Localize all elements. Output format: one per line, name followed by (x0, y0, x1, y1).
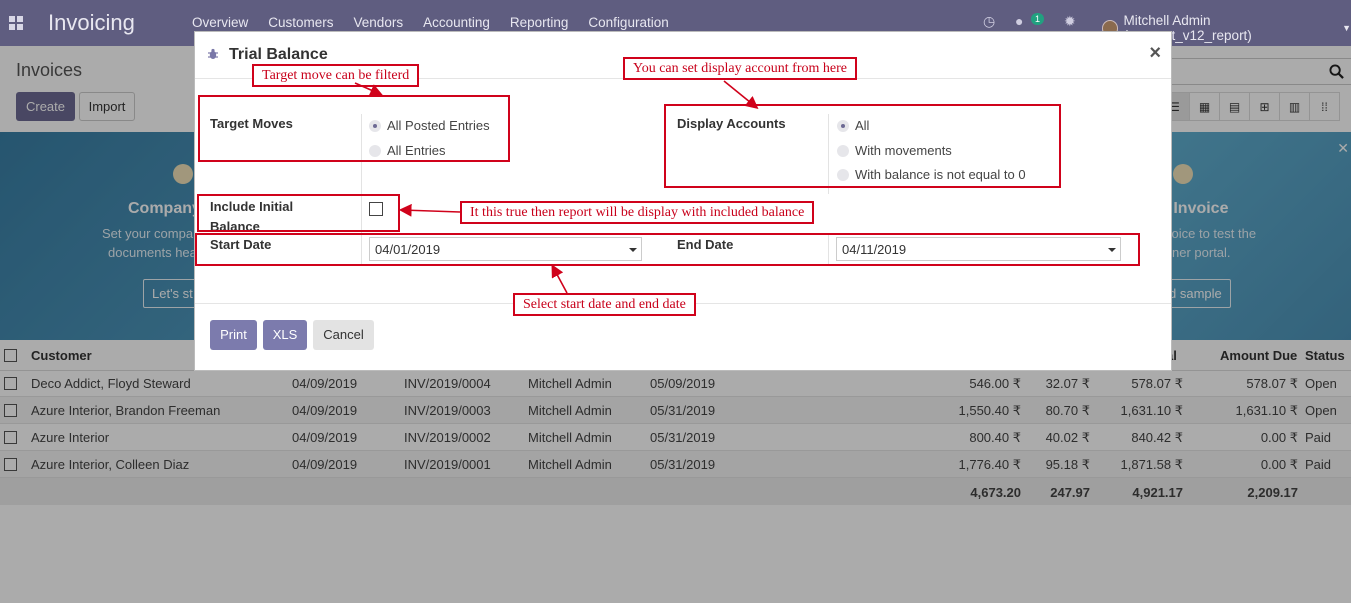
main-menu: Overview Customers Vendors Accounting Re… (192, 15, 689, 30)
menu-item-customers[interactable]: Customers (268, 15, 333, 30)
menu-item-vendors[interactable]: Vendors (354, 15, 404, 30)
activity-clock-icon[interactable]: ◷ (983, 13, 995, 30)
menu-item-accounting[interactable]: Accounting (423, 15, 490, 30)
annotation-highlight-dates (195, 233, 1140, 266)
app-brand: Invoicing (48, 10, 135, 35)
menu-item-reporting[interactable]: Reporting (510, 15, 569, 30)
annotation-highlight-display-accounts (664, 104, 1061, 188)
debug-bug-icon (208, 48, 218, 59)
annotation-dates: Select start date and end date (513, 293, 696, 316)
annotation-initial-balance: It this true then report will be display… (460, 201, 815, 224)
message-count-badge: 1 (1031, 13, 1045, 25)
print-button[interactable]: Print (210, 320, 257, 350)
dialog-title: Trial Balance (229, 46, 328, 63)
annotation-display-account: You can set display account from here (623, 57, 857, 80)
menu-item-configuration[interactable]: Configuration (588, 15, 668, 30)
chat-bubble-icon[interactable]: ● (1015, 13, 1023, 29)
xls-button[interactable]: XLS (263, 320, 307, 350)
apps-menu-icon[interactable] (9, 16, 23, 30)
close-icon[interactable]: × (1149, 42, 1161, 65)
caret-down-icon: ▼ (1342, 23, 1351, 33)
annotation-highlight-target-moves (198, 95, 510, 162)
annotation-target-move: Target move can be filterd (252, 64, 420, 87)
menu-item-overview[interactable]: Overview (192, 15, 248, 30)
cancel-button[interactable]: Cancel (313, 320, 374, 350)
debug-bug-icon[interactable]: ✹ (1064, 13, 1076, 30)
annotation-highlight-initial-balance (197, 194, 400, 232)
